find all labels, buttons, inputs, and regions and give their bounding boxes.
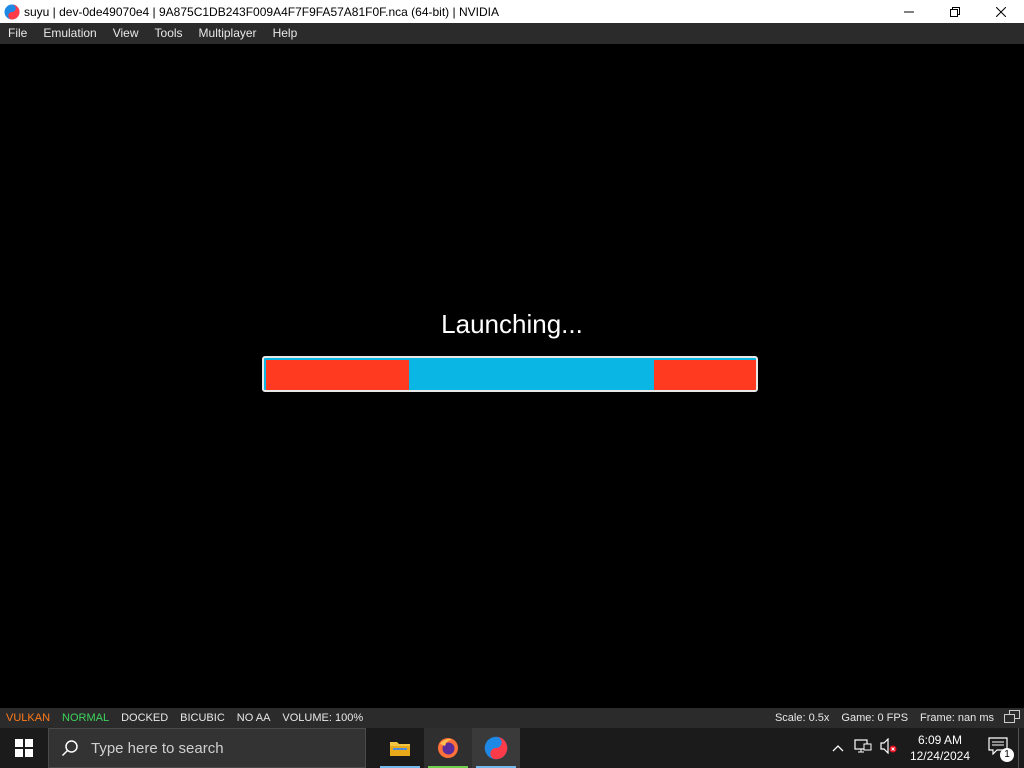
firefox-icon bbox=[438, 738, 458, 758]
status-right: Scale: 0.5x Game: 0 FPS Frame: nan ms bbox=[769, 709, 1024, 727]
launching-label: Launching... bbox=[441, 309, 583, 339]
dock-mode-toggle[interactable]: DOCKED bbox=[115, 712, 174, 724]
frame-time-label: Frame: nan ms bbox=[920, 712, 994, 724]
taskbar-search-box[interactable]: Type here to search bbox=[48, 728, 366, 768]
network-icon bbox=[854, 738, 872, 752]
progress-segment-left bbox=[266, 360, 409, 390]
menu-tools[interactable]: Tools bbox=[147, 23, 191, 44]
restore-button[interactable] bbox=[932, 0, 978, 23]
close-button[interactable] bbox=[978, 0, 1024, 23]
graphics-api-toggle[interactable]: VULKAN bbox=[0, 712, 56, 724]
clock-date: 12/24/2024 bbox=[909, 749, 970, 763]
show-desktop-button[interactable] bbox=[1018, 728, 1024, 768]
gpu-accuracy-toggle[interactable]: NORMAL bbox=[56, 712, 115, 724]
taskbar: Type here to search 6:09 AM 12/24/2024 1 bbox=[0, 728, 1024, 768]
action-center-button[interactable]: 1 bbox=[978, 736, 1018, 762]
render-viewport: Launching... bbox=[0, 44, 1024, 708]
taskbar-suyu[interactable] bbox=[472, 728, 520, 768]
menu-bar: File Emulation View Tools Multiplayer He… bbox=[0, 23, 1024, 44]
show-hidden-icons-button[interactable] bbox=[826, 739, 850, 757]
suyu-logo-icon bbox=[484, 736, 508, 760]
system-tray: 6:09 AM 12/24/2024 1 bbox=[826, 728, 1024, 768]
notification-badge: 1 bbox=[1000, 747, 1014, 762]
title-bar: suyu | dev-0de49070e4 | 9A875C1DB243F009… bbox=[0, 0, 1024, 23]
restore-icon bbox=[950, 6, 960, 17]
close-icon bbox=[996, 6, 1006, 17]
volume-tray-button[interactable] bbox=[876, 737, 902, 759]
minimize-button[interactable] bbox=[886, 0, 932, 23]
minimize-icon bbox=[904, 11, 914, 12]
taskbar-file-explorer[interactable] bbox=[376, 728, 424, 768]
volume-toggle[interactable]: VOLUME: 100% bbox=[276, 712, 369, 724]
window-title: suyu | dev-0de49070e4 | 9A875C1DB243F009… bbox=[24, 4, 499, 19]
windows-logo-icon bbox=[15, 739, 33, 757]
network-icon bbox=[1004, 709, 1020, 723]
clock[interactable]: 6:09 AM 12/24/2024 bbox=[902, 732, 978, 764]
fps-label: Game: 0 FPS bbox=[841, 712, 909, 724]
network-tray-button[interactable] bbox=[850, 738, 876, 759]
status-bar: VULKAN NORMAL DOCKED BICUBIC NO AA VOLUM… bbox=[0, 708, 1024, 728]
launch-progress-bar bbox=[262, 356, 758, 392]
progress-segment-right bbox=[654, 360, 756, 390]
folder-icon bbox=[390, 742, 410, 756]
menu-help[interactable]: Help bbox=[265, 23, 306, 44]
chevron-up-icon bbox=[832, 745, 844, 752]
menu-multiplayer[interactable]: Multiplayer bbox=[191, 23, 265, 44]
menu-emulation[interactable]: Emulation bbox=[35, 23, 104, 44]
search-placeholder: Type here to search bbox=[91, 739, 224, 757]
filter-toggle[interactable]: BICUBIC bbox=[174, 712, 231, 724]
suyu-logo-icon bbox=[4, 4, 20, 19]
aa-toggle[interactable]: NO AA bbox=[231, 712, 277, 724]
scale-label: Scale: 0.5x bbox=[774, 712, 830, 724]
multiplayer-status-button[interactable] bbox=[1000, 709, 1024, 727]
taskbar-firefox[interactable] bbox=[424, 728, 472, 768]
menu-file[interactable]: File bbox=[0, 23, 35, 44]
start-button[interactable] bbox=[0, 728, 48, 768]
menu-view[interactable]: View bbox=[105, 23, 147, 44]
clock-time: 6:09 AM bbox=[917, 733, 962, 747]
search-icon bbox=[61, 740, 78, 757]
window-controls bbox=[886, 0, 1024, 23]
speaker-muted-icon bbox=[880, 737, 897, 754]
